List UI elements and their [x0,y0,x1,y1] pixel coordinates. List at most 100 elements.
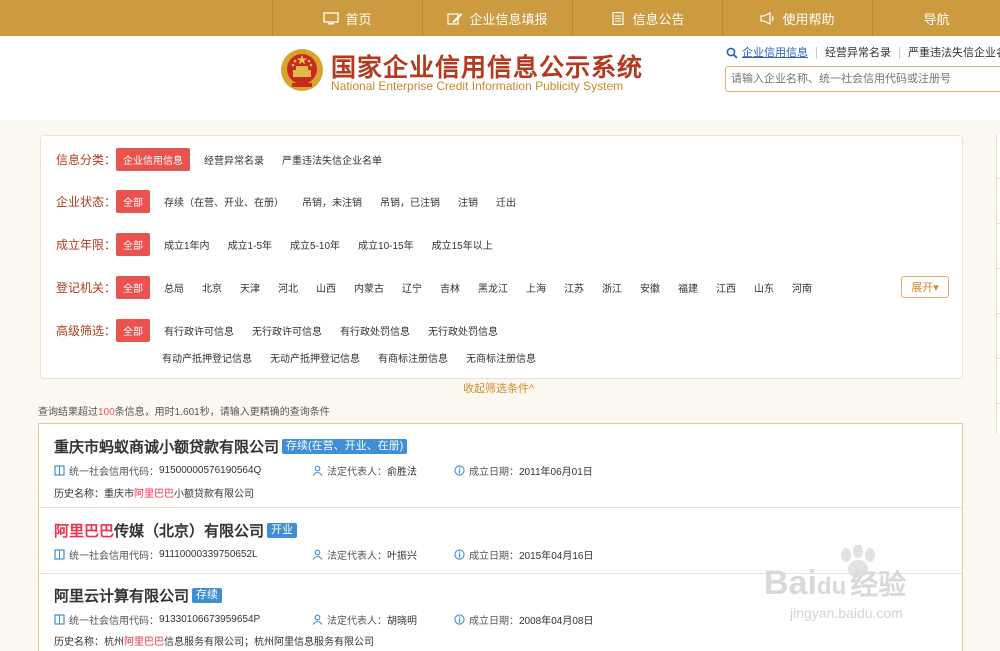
filter-option[interactable]: 成立15年以上 [432,237,493,252]
filter-option[interactable]: 成立1-5年 [228,237,272,252]
legal-rep-label: 法定代表人： [327,616,387,627]
filter-option-selected[interactable]: 企业信用信息 [116,148,190,171]
document-icon [610,11,626,25]
establish-date-value: 2008年04月08日 [519,616,594,627]
company-meta: 统一社会信用代码： 91110000339750652L 法定代表人： 叶振兴 成立… [54,547,594,562]
filter-option-selected[interactable]: 全部 [116,190,150,213]
nav-item-report[interactable]: 企业信息填报 [422,0,572,36]
legal-rep-value: 俞胜法 [387,467,417,478]
legal-rep: 法定代表人： 俞胜法 [312,463,454,478]
megaphone-icon [760,11,776,25]
expand-button[interactable]: 展开▾ [901,276,949,298]
nav-item-help[interactable]: 使用帮助 [722,0,872,36]
company-name[interactable]: 阿里云计算有限公司 存续 [54,585,223,606]
credit-code: 统一社会信用代码： 91110000339750652L [54,547,312,562]
filter-option[interactable]: 上海 [526,280,546,295]
filter-label: 高级筛选： [56,324,117,338]
company-name-text: 重庆市蚂蚁商诚小额贷款有限公司 [54,439,280,456]
establish-date: 成立日期： 2011年06月01日 [454,463,593,478]
filter-option[interactable]: 总局 [164,280,184,295]
filter-option[interactable]: 无商标注册信息 [466,350,536,365]
collapse-filters-link[interactable]: 收起筛选条件^ [463,380,534,396]
watermark-brand-cn: 经验 [850,569,907,600]
nav-item-guide[interactable]: 导航 [872,0,1000,36]
filter-option[interactable]: 江苏 [564,280,584,295]
company-name-highlight: 阿里巴巴 [54,523,115,540]
filter-option[interactable]: 山东 [754,280,774,295]
filter-option[interactable]: 北京 [202,280,222,295]
filter-option-selected[interactable]: 全部 [116,233,150,256]
legal-rep-value: 叶振兴 [387,551,417,562]
credit-code-value: 91500000576190564Q [159,465,262,476]
nav-item-notice[interactable]: 信息公告 [572,0,722,36]
search-tab-credit[interactable]: 企业信用信息 [738,47,816,59]
company-name[interactable]: 阿里巴巴 传媒（北京）有限公司 开业 [54,520,298,541]
filter-option-selected[interactable]: 全部 [116,319,150,342]
person-icon [312,465,323,476]
filter-option[interactable]: 经营异常名录 [204,152,264,167]
search-tab-abnormal[interactable]: 经营异常名录 [816,47,899,59]
establish-date-label: 成立日期： [469,616,519,627]
filter-option[interactable]: 无行政处罚信息 [428,323,498,338]
filter-option[interactable]: 河北 [278,280,298,295]
result-summary-prefix: 查询结果超过 [38,407,98,418]
filter-option[interactable]: 江西 [716,280,736,295]
top-nav: 首页 企业信息填报 信息公告 使用帮助 导航 [0,0,1000,36]
person-icon [312,614,323,625]
filter-option[interactable]: 天津 [240,280,260,295]
nav-item-label: 使用帮助 [782,11,835,27]
nav-item-label: 导航 [923,11,950,27]
filter-option[interactable]: 无动产抵押登记信息 [270,350,360,365]
result-summary-suffix: 条信息，用时1.601秒，请输入更精确的查询条件 [114,407,330,418]
history-names: 历史名称：杭州阿里巴巴信息服务有限公司；杭州阿里信息服务有限公司 [54,633,374,648]
filter-option[interactable]: 山西 [316,280,336,295]
company-meta: 统一社会信用代码： 91330106673959654P 法定代表人： 胡晓明 成立… [54,612,594,627]
nav-item-label: 首页 [345,11,372,27]
filter-option[interactable]: 辽宁 [402,280,422,295]
filter-row-authority: 登记机关： 全部 总局 北京 天津 河北 山西 内蒙古 辽宁 吉林 黑龙江 上海… [56,276,830,299]
filter-option[interactable]: 严重违法失信企业名单 [282,152,382,167]
filter-option[interactable]: 吉林 [440,280,460,295]
filter-option[interactable]: 有行政处罚信息 [340,323,410,338]
filter-option[interactable]: 成立5-10年 [290,237,340,252]
company-name[interactable]: 重庆市蚂蚁商诚小额贷款有限公司 存续(在营、开业、在册) [54,436,408,457]
status-badge: 开业 [267,523,298,538]
person-icon [312,549,323,560]
history-label: 历史名称： [54,489,104,500]
filter-option[interactable]: 注销 [458,194,478,209]
filter-option[interactable]: 有动产抵押登记信息 [162,350,252,365]
filter-option[interactable]: 福建 [678,280,698,295]
filter-option[interactable]: 吊销，未注销 [302,194,362,209]
nav-item-home[interactable]: 首页 [272,0,422,36]
monitor-icon [323,11,340,25]
credit-code-label: 统一社会信用代码： [69,616,159,627]
filter-option[interactable]: 有行政许可信息 [164,323,234,338]
filter-option[interactable]: 浙江 [602,280,622,295]
history-text: 重庆市 [104,489,134,500]
search-type-tabs: 企业信用信息 经营异常名录 严重违法失信企业名 [726,47,1000,59]
filter-option-selected[interactable]: 全部 [116,276,150,299]
result-card[interactable]: 重庆市蚂蚁商诚小额贷款有限公司 存续(在营、开业、在册) 统一社会信用代码： 915… [39,424,962,508]
book-icon [54,614,65,625]
filter-option[interactable]: 黑龙江 [478,280,508,295]
filter-option[interactable]: 内蒙古 [354,280,384,295]
watermark-brand-du: du [816,573,847,600]
filter-option[interactable]: 成立1年内 [164,237,210,252]
search-tab-dishonest[interactable]: 严重违法失信企业名 [899,47,1000,59]
filter-option[interactable]: 迁出 [496,194,516,209]
filter-option[interactable]: 成立10-15年 [358,237,414,252]
filter-option[interactable]: 吊销，已注销 [380,194,440,209]
nav-item-label: 信息公告 [632,11,685,27]
right-side-panel-edge [996,134,1000,434]
filter-option[interactable]: 无行政许可信息 [252,323,322,338]
filter-option[interactable]: 安徽 [640,280,660,295]
filter-option[interactable]: 有商标注册信息 [378,350,448,365]
result-summary: 查询结果超过100条信息，用时1.601秒，请输入更精确的查询条件 [38,403,330,418]
establish-date-label: 成立日期： [469,551,519,562]
edit-icon [447,12,463,25]
filter-option[interactable]: 存续（在营、开业、在册） [164,194,284,209]
filter-row-status: 企业状态： 全部 存续（在营、开业、在册） 吊销，未注销 吊销，已注销 注销 迁… [56,190,534,213]
filter-option[interactable]: 河南 [792,280,812,295]
search-input[interactable] [725,66,1000,92]
establish-date: 成立日期： 2008年04月08日 [454,612,594,627]
